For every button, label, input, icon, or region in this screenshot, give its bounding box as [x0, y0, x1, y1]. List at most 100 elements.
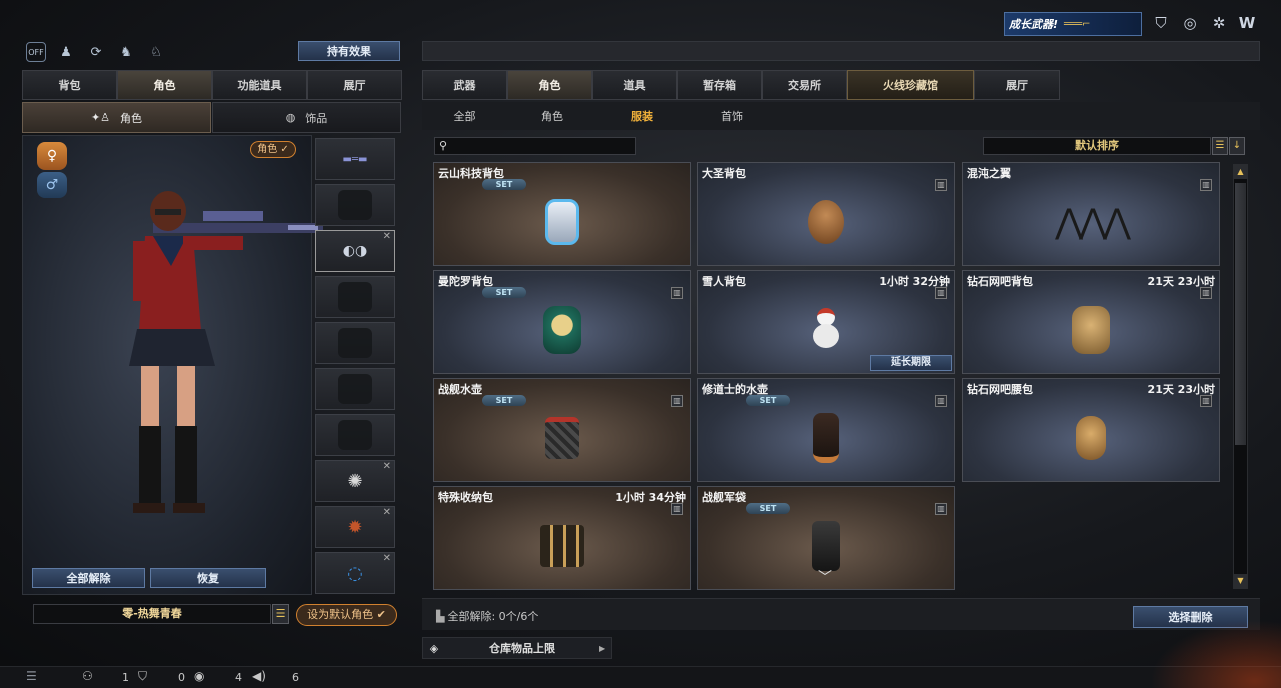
team-icon[interactable]: ♟ — [56, 42, 76, 62]
male-icon[interactable]: ♂ — [37, 172, 67, 198]
item-card[interactable]: 钻石网吧背包 21天 23小时 ▥ — [962, 270, 1220, 374]
sort-label: 默认排序 — [1075, 139, 1119, 152]
slot-head[interactable] — [315, 184, 395, 226]
restore-button[interactable]: 恢复 — [150, 568, 266, 588]
female-icon[interactable]: ♀ — [37, 142, 67, 170]
slot-emblem-2[interactable]: ✕ ✹ — [315, 506, 395, 548]
set-default-button[interactable]: 设为默认角色 ✔ — [296, 604, 397, 626]
subtab-clothing[interactable]: 服装 — [597, 102, 687, 130]
sort-select[interactable]: 默认排序 — [983, 137, 1211, 155]
subtab-jewelry[interactable]: 首饰 — [687, 102, 777, 130]
gold-waist-pack-icon — [1076, 416, 1106, 461]
slot-gloves[interactable] — [315, 414, 395, 456]
slot-eyewear[interactable]: ✕ ◐◑ — [315, 230, 395, 272]
scroll-thumb[interactable] — [1235, 183, 1246, 445]
footer-count-4: 6 — [292, 671, 299, 684]
set-badge: SET — [482, 179, 526, 190]
warehouse-limit-bar[interactable]: ◈ 仓库物品上限 ▶ — [422, 637, 612, 659]
left-subtab-accessory[interactable]: ◍ 饰品 — [212, 102, 401, 133]
remove-icon[interactable]: ✕ — [383, 231, 391, 242]
robot-backpack-icon — [545, 199, 579, 246]
left-subtab-character[interactable]: ✦♙ 角色 — [22, 102, 211, 133]
extend-button[interactable]: 延长期限 — [870, 355, 952, 371]
item-card[interactable]: 战舰军袋 SET ▥ ﹀ — [697, 486, 955, 590]
delete-icon[interactable]: ▥ — [935, 287, 947, 299]
item-card[interactable]: 曼陀罗背包 SET ▥ — [433, 270, 691, 374]
left-tab-backpack[interactable]: 背包 — [22, 70, 117, 100]
remove-icon[interactable]: ✕ — [383, 461, 391, 472]
slot-weapon[interactable]: ▬═▬ — [315, 138, 395, 180]
delete-icon[interactable]: ▥ — [1200, 287, 1212, 299]
head-silhouette-icon — [338, 190, 372, 220]
scroll-up-icon[interactable]: ▲ — [1234, 165, 1247, 179]
sort-menu-icon[interactable]: ☰ — [1212, 137, 1228, 155]
item-card[interactable]: 钻石网吧腰包 21天 23小时 ▥ — [962, 378, 1220, 482]
speaker-icon[interactable]: ◀) — [252, 669, 266, 683]
pose-icon[interactable]: ♞ — [116, 42, 136, 62]
preset-menu-icon[interactable]: ☰ — [272, 604, 289, 624]
shield-icon[interactable]: ⛉ — [1151, 14, 1171, 34]
delete-icon[interactable]: ▥ — [1200, 395, 1212, 407]
item-name: 钻石网吧腰包 — [967, 383, 1033, 396]
right-tab-collection[interactable]: 火线珍藏馆 — [847, 70, 974, 100]
shield-small-icon[interactable]: ⛉ — [138, 669, 147, 684]
chevron-down-icon[interactable]: ﹀ — [818, 567, 832, 587]
item-scrollbar[interactable]: ▲ ▼ — [1233, 164, 1248, 589]
ring-icon: ◌ — [347, 562, 363, 584]
right-tab-storage[interactable]: 暂存箱 — [677, 70, 762, 100]
slot-ring[interactable]: ✕ ◌ — [315, 552, 395, 594]
mandala-backpack-icon — [543, 306, 581, 355]
right-tab-showroom[interactable]: 展厅 — [974, 70, 1060, 100]
character-badge[interactable]: 角色 ✓ — [250, 141, 296, 158]
right-tab-props[interactable]: 道具 — [592, 70, 677, 100]
chat-icon[interactable]: ◉ — [194, 669, 204, 683]
pet-icon[interactable]: ♘ — [146, 42, 166, 62]
item-card[interactable]: 云山科技背包 SET — [433, 162, 691, 266]
logo-icon[interactable]: W — [1237, 14, 1257, 34]
item-card[interactable]: 雪人背包 1小时 32分钟 ▥ 延长期限 — [697, 270, 955, 374]
slot-emblem-1[interactable]: ✕ ✺ — [315, 460, 395, 502]
item-card[interactable]: 修道士的水壶 SET ▥ — [697, 378, 955, 482]
menu-icon[interactable]: ☰ — [26, 669, 37, 683]
refresh-icon[interactable]: ⟳ — [86, 42, 106, 62]
toggle-off-icon[interactable]: OFF — [26, 42, 46, 62]
clear-status: ▙ 全部解除: 0个/6个 — [436, 608, 538, 624]
slot-torso[interactable] — [315, 322, 395, 364]
search-input[interactable]: ⚲ — [434, 137, 636, 155]
delete-icon[interactable]: ▥ — [671, 503, 683, 515]
delete-icon[interactable]: ▥ — [935, 179, 947, 191]
right-tab-exchange[interactable]: 交易所 — [762, 70, 847, 100]
left-tab-items[interactable]: 功能道具 — [212, 70, 307, 100]
item-card[interactable]: 战舰水壶 SET ▥ — [433, 378, 691, 482]
left-tab-showroom[interactable]: 展厅 — [307, 70, 402, 100]
delete-icon[interactable]: ▥ — [1200, 179, 1212, 191]
globe-icon[interactable]: ◎ — [1180, 14, 1200, 34]
right-tab-character[interactable]: 角色 — [507, 70, 592, 100]
clear-all-button[interactable]: 全部解除 — [32, 568, 145, 588]
delete-icon[interactable]: ▥ — [935, 395, 947, 407]
scroll-down-icon[interactable]: ▼ — [1234, 574, 1247, 588]
subtab-all[interactable]: 全部 — [422, 102, 507, 130]
remove-icon[interactable]: ✕ — [383, 507, 391, 518]
remove-icon[interactable]: ✕ — [383, 553, 391, 564]
item-card[interactable]: 混沌之翼 ▥ ⋀⋀⋀ — [962, 162, 1220, 266]
top-banner[interactable]: 成长武器! ═══⌐ — [1004, 12, 1142, 36]
item-card[interactable]: 特殊收纳包 1小时 34分钟 ▥ — [433, 486, 691, 590]
slot-back[interactable] — [315, 368, 395, 410]
delete-icon[interactable]: ▥ — [671, 287, 683, 299]
gear-icon[interactable]: ✲ — [1209, 14, 1229, 34]
gold-backpack-icon — [1072, 306, 1110, 355]
sort-direction-icon[interactable]: ↓ — [1229, 137, 1245, 155]
delete-icon[interactable]: ▥ — [671, 395, 683, 407]
slot-body[interactable] — [315, 276, 395, 318]
effect-button[interactable]: 持有效果 — [298, 41, 400, 61]
subtab-character[interactable]: 角色 — [507, 102, 597, 130]
binoculars-icon[interactable]: ⚇ — [82, 669, 93, 683]
item-card[interactable]: 大圣背包 ▥ — [697, 162, 955, 266]
right-tab-weapons[interactable]: 武器 — [422, 70, 507, 100]
character-stage[interactable]: ♀ ♂ 角色 ✓ — [22, 135, 323, 595]
delete-icon[interactable]: ▥ — [935, 503, 947, 515]
left-tabs: 背包 角色 功能道具 展厅 — [22, 70, 402, 100]
left-tab-character[interactable]: 角色 — [117, 70, 212, 100]
preset-name-field[interactable]: 零-热舞青春 — [33, 604, 271, 624]
